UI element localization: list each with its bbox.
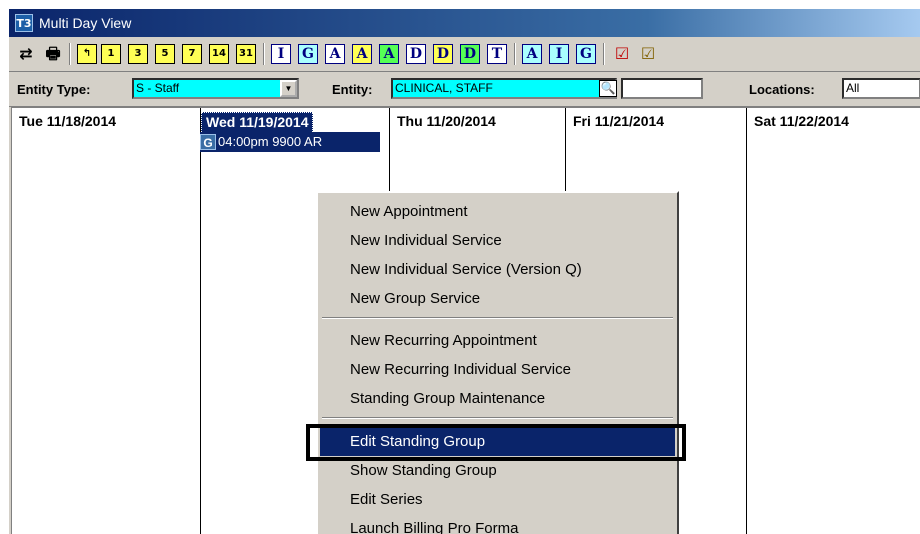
- day-header: Thu 11/20/2014: [397, 113, 496, 129]
- filter-t-button[interactable]: T: [487, 44, 507, 64]
- check-red-icon[interactable]: ☑: [611, 44, 633, 64]
- toolbar-separator: [69, 43, 71, 65]
- show-a-button[interactable]: A: [522, 44, 542, 64]
- refresh-icon[interactable]: ⇄: [15, 44, 37, 64]
- show-g-button[interactable]: G: [576, 44, 596, 64]
- appointment-text: 04:00pm 9900 AR: [218, 134, 323, 149]
- filter-d-yellow-button[interactable]: D: [433, 44, 453, 64]
- menu-item-new-group-service[interactable]: New Group Service: [320, 285, 675, 313]
- menu-separator: [322, 317, 673, 319]
- toolbar-separator: [603, 43, 605, 65]
- day-header: Sat 11/22/2014: [754, 113, 849, 129]
- entity-id-field[interactable]: [621, 78, 703, 99]
- toolbar: ⇄ 🖶 ↰ 1 3 5 7 14 31 I G A A A D D D T A …: [9, 37, 920, 72]
- highlight-callout-box: [306, 424, 686, 461]
- filter-d-button[interactable]: D: [406, 44, 426, 64]
- filter-a-yellow-button[interactable]: A: [352, 44, 372, 64]
- chevron-down-icon[interactable]: ▼: [280, 80, 297, 97]
- show-i-button[interactable]: I: [549, 44, 569, 64]
- one-day-view-button[interactable]: 1: [101, 44, 121, 64]
- menu-separator: [322, 417, 673, 419]
- day-header: Tue 11/18/2014: [19, 113, 117, 129]
- day-header: Fri 11/21/2014: [573, 113, 665, 129]
- fourteen-day-view-button[interactable]: 14: [209, 44, 229, 64]
- seven-day-view-button[interactable]: 7: [182, 44, 202, 64]
- menu-item-edit-series[interactable]: Edit Series: [320, 486, 675, 514]
- day-column-sat[interactable]: Sat 11/22/2014: [747, 108, 920, 534]
- menu-item-new-individual-service[interactable]: New Individual Service: [320, 227, 675, 255]
- filter-a-button[interactable]: A: [325, 44, 345, 64]
- title-bar[interactable]: T3 Multi Day View: [9, 9, 920, 37]
- three-day-view-button[interactable]: 3: [128, 44, 148, 64]
- menu-item-show-standing-group[interactable]: Show Standing Group: [320, 457, 675, 485]
- today-view-button[interactable]: ↰: [77, 44, 97, 64]
- toolbar-separator: [514, 43, 516, 65]
- menu-item-standing-group-maintenance[interactable]: Standing Group Maintenance: [320, 385, 675, 413]
- filter-g-button[interactable]: G: [298, 44, 318, 64]
- group-badge-icon: G: [200, 134, 216, 150]
- filter-i-button[interactable]: I: [271, 44, 291, 64]
- window-title: Multi Day View: [39, 15, 132, 31]
- search-icon[interactable]: 🔍: [599, 80, 617, 97]
- menu-item-launch-billing-pro-forma[interactable]: Launch Billing Pro Forma: [320, 515, 675, 534]
- menu-item-new-individual-service-version-q[interactable]: New Individual Service (Version Q): [320, 256, 675, 284]
- locations-label: Locations:: [749, 82, 815, 97]
- menu-item-new-appointment[interactable]: New Appointment: [320, 198, 675, 226]
- print-icon[interactable]: 🖶: [42, 44, 64, 64]
- menu-item-new-recurring-appointment[interactable]: New Recurring Appointment: [320, 327, 675, 355]
- month-view-button[interactable]: 31: [236, 44, 256, 64]
- day-header-selected: Wed 11/19/2014: [201, 112, 314, 134]
- five-day-view-button[interactable]: 5: [155, 44, 175, 64]
- appointment-block[interactable]: G 04:00pm 9900 AR: [200, 132, 380, 152]
- filter-a-green-button[interactable]: A: [379, 44, 399, 64]
- multi-day-view-window: T3 Multi Day View ⇄ 🖶 ↰ 1 3 5 7 14 31 I …: [8, 8, 920, 534]
- filter-bar: Entity Type: S - Staff ▼ Entity: CLINICA…: [9, 72, 920, 107]
- entity-field[interactable]: CLINICAL, STAFF: [391, 78, 617, 99]
- entity-label: Entity:: [332, 82, 373, 97]
- context-menu: New Appointment New Individual Service N…: [316, 191, 679, 534]
- check-yellow-icon[interactable]: ☑: [637, 44, 659, 64]
- entity-type-label: Entity Type:: [17, 82, 91, 97]
- app-icon: T3: [15, 14, 33, 32]
- toolbar-separator: [263, 43, 265, 65]
- entity-type-select[interactable]: S - Staff: [132, 78, 299, 99]
- menu-item-new-recurring-individual-service[interactable]: New Recurring Individual Service: [320, 356, 675, 384]
- filter-d-green-button[interactable]: D: [460, 44, 480, 64]
- day-column-tue[interactable]: Tue 11/18/2014: [12, 108, 201, 534]
- locations-field[interactable]: All: [842, 78, 920, 99]
